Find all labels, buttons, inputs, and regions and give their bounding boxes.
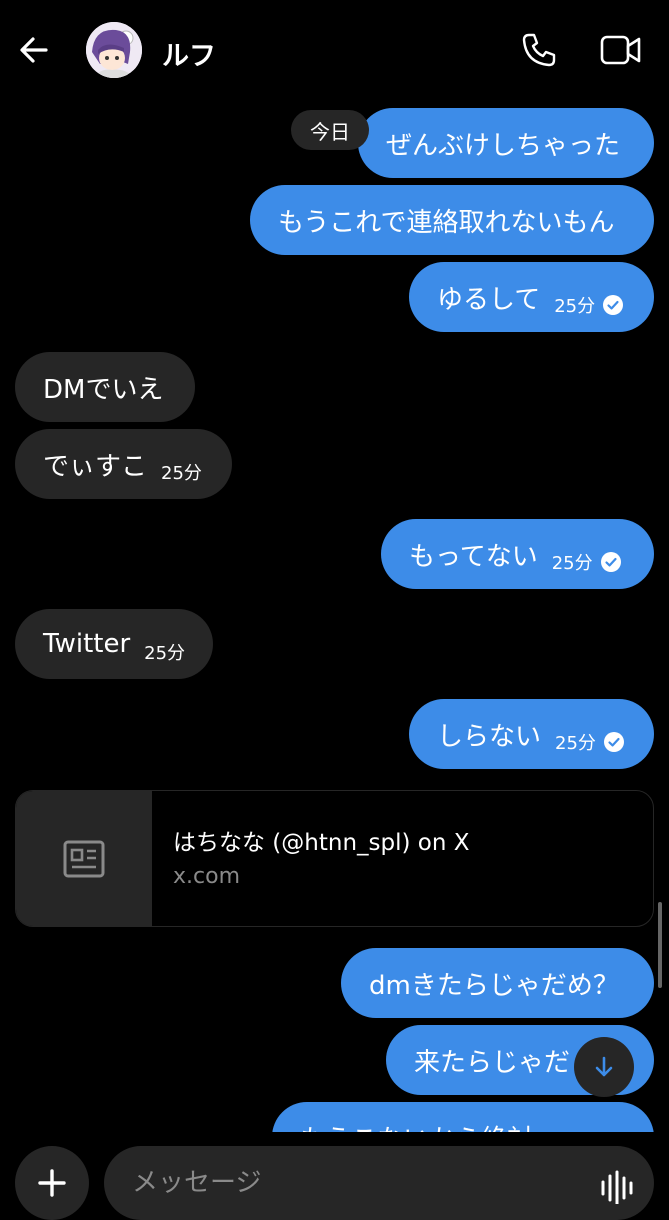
message-bubble-sent[interactable]: ぜんぶけしちゃった	[358, 108, 654, 178]
message-bubble-received[interactable]: DMでいえ	[15, 352, 195, 422]
audio-wave-icon[interactable]	[600, 1170, 636, 1204]
message-time: 25分	[551, 553, 593, 574]
contact-name[interactable]: ルフ	[162, 34, 216, 73]
message-text: DMでいえ	[43, 374, 164, 405]
message-meta: 25分	[552, 549, 621, 575]
message-text: Twitter	[43, 629, 131, 659]
arrow-left-icon[interactable]	[14, 30, 54, 70]
message-text: ゆるして	[437, 284, 541, 315]
message-time: 25分	[555, 733, 596, 754]
newspaper-icon	[63, 840, 105, 878]
message-input[interactable]	[104, 1146, 654, 1220]
link-domain: x.com	[173, 864, 240, 889]
message-meta: 25分	[554, 292, 624, 318]
message-meta: 25分	[161, 459, 202, 485]
message-bubble-sent[interactable]: もうこれで連絡取れないもん	[250, 185, 654, 255]
message-bubble-sent[interactable]: ゆるして 25分	[409, 262, 654, 332]
message-meta: 25分	[144, 639, 185, 665]
message-bubble-received[interactable]: Twitter 25分	[15, 609, 213, 679]
message-text: しらない	[437, 721, 542, 752]
message-bubble-sent[interactable]: しらない 25分	[409, 699, 654, 769]
link-preview-card[interactable]: はちなな (@htnn_spl) on X x.com	[15, 790, 654, 927]
message-time: 25分	[554, 296, 596, 317]
message-composer	[0, 1132, 669, 1220]
scroll-to-bottom-button[interactable]	[574, 1037, 634, 1097]
read-check-icon	[600, 552, 621, 572]
link-thumbnail	[16, 791, 152, 926]
message-bubble-sent[interactable]: もってない 25分	[381, 519, 654, 589]
message-text: 来たらじゃだ	[414, 1047, 571, 1078]
add-attachment-button[interactable]	[15, 1146, 89, 1220]
read-check-icon	[603, 732, 624, 752]
message-text: もうこれで連絡取れないもん	[278, 207, 615, 238]
video-camera-icon[interactable]	[600, 33, 642, 67]
message-text: もってない	[409, 541, 538, 572]
message-text: でぃすこ	[43, 451, 148, 482]
read-check-icon	[603, 295, 624, 315]
plus-icon	[38, 1169, 66, 1197]
date-divider: 今日	[291, 110, 369, 150]
scrollbar[interactable]	[658, 902, 662, 988]
message-bubble-received[interactable]: でぃすこ 25分	[15, 429, 232, 499]
message-text: dmきたらじゃだめ？	[369, 970, 619, 1001]
message-text: ぜんぶけしちゃった	[386, 130, 621, 161]
arrow-down-icon	[595, 1056, 613, 1077]
message-bubble-sent[interactable]: dmきたらじゃだめ？	[341, 948, 654, 1018]
message-time: 25分	[161, 463, 202, 484]
message-time: 25分	[144, 643, 186, 664]
chat-header: ルフ	[0, 0, 669, 100]
message-meta: 25分	[555, 729, 624, 755]
avatar[interactable]	[86, 22, 142, 78]
avatar-image	[86, 22, 142, 78]
link-title: はちなな (@htnn_spl) on X	[173, 830, 470, 856]
phone-icon[interactable]	[520, 31, 558, 69]
